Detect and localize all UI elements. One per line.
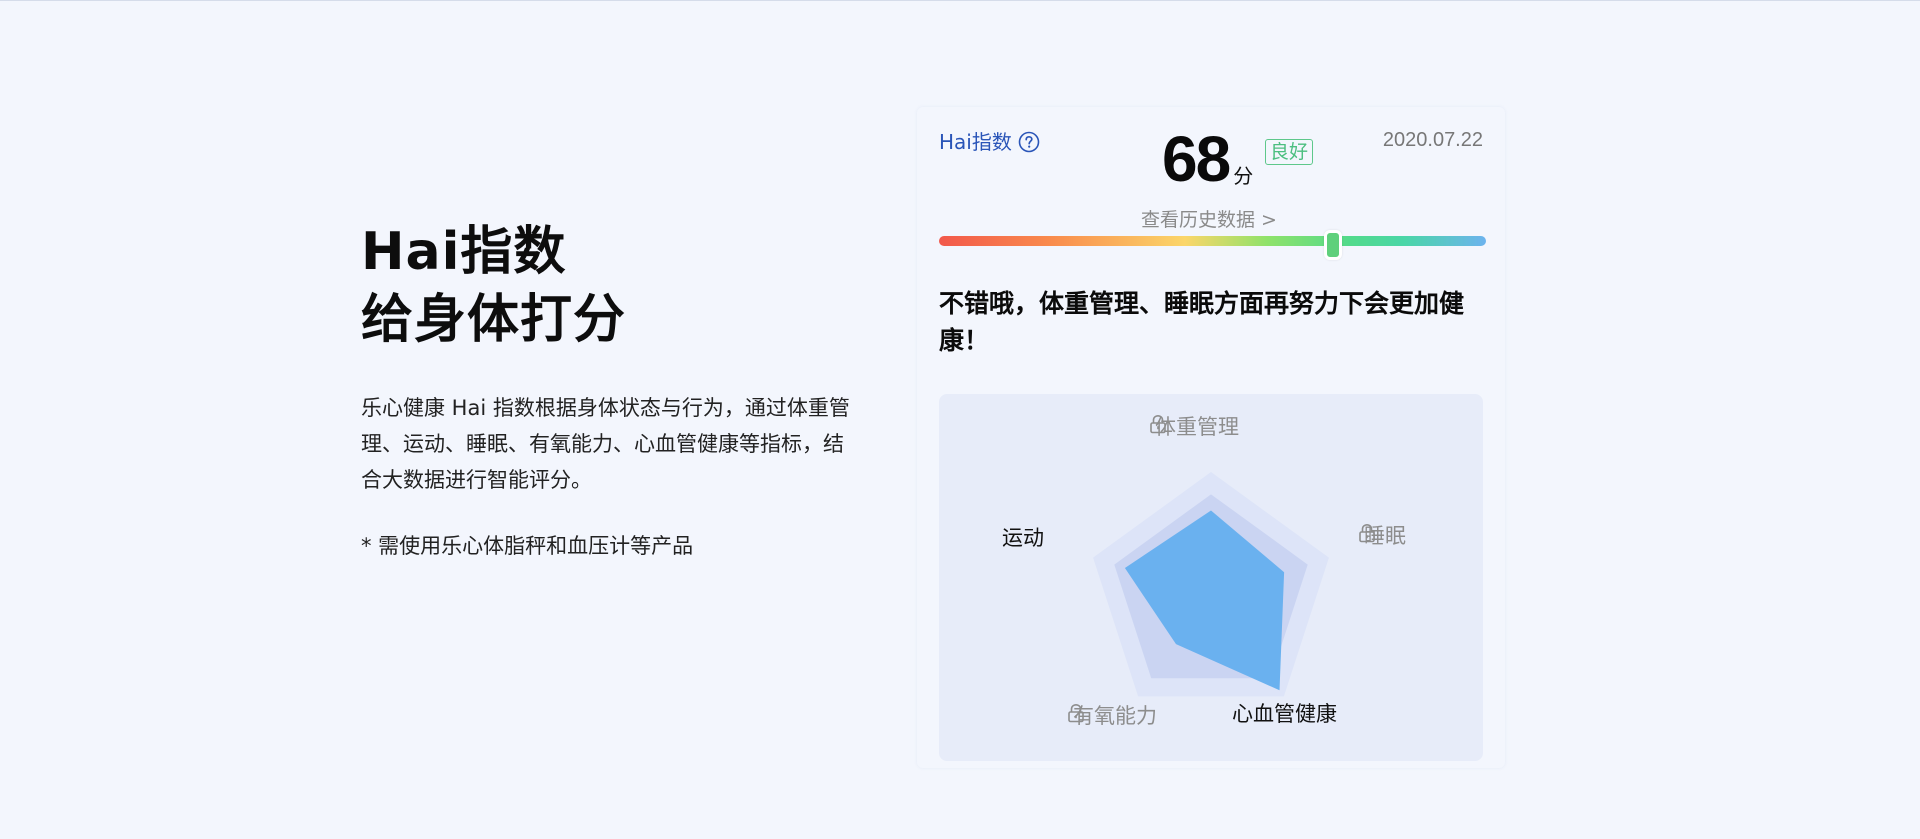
intro-title-line1: Hai指数 — [361, 222, 567, 282]
radar-axis-label-text: 有氧能力 — [1073, 704, 1157, 728]
score-marker — [1323, 230, 1342, 260]
radar-chart-panel: 体重管理睡眠心血管健康 有氧能力 运动 — [939, 394, 1483, 761]
radar-axis-label: 体重管理 — [1149, 414, 1239, 440]
date-label: 2020.07.22 — [1382, 129, 1483, 151]
view-history-link[interactable]: 查看历史数据 > — [1141, 205, 1277, 232]
radar-axis-label-text: 体重管理 — [1155, 415, 1239, 439]
hai-index-card: Hai指数 68 分 良好 2020.07.22 查看历史数据 > 不错哦，体重… — [917, 107, 1505, 768]
intro-title-line2: 给身体打分 — [361, 290, 627, 350]
intro-section: Hai指数 给身体打分 乐心健康 Hai 指数根据身体状态与行为，通过体重管理、… — [361, 218, 851, 561]
radar-axis-label: 心血管健康 — [1232, 701, 1337, 727]
intro-description: 乐心健康 Hai 指数根据身体状态与行为，通过体重管理、运动、睡眠、有氧能力、心… — [361, 396, 850, 492]
radar-axis-label-text: 心血管健康 — [1232, 702, 1337, 726]
question-circle-icon[interactable] — [1018, 131, 1040, 153]
grade-badge: 良好 — [1265, 139, 1314, 165]
score-display: 68 分 — [1162, 127, 1253, 191]
radar-axis-label: 有氧能力 — [1067, 703, 1157, 729]
intro-title: Hai指数 给身体打分 — [361, 218, 851, 354]
radar-chart — [1093, 472, 1329, 697]
score-unit: 分 — [1233, 164, 1254, 188]
radar-axis-label: 运动 — [1002, 525, 1044, 551]
intro-note: * 需使用乐心体脂秤和血压计等产品 — [361, 534, 694, 558]
score-gradient-bar — [939, 236, 1486, 246]
radar-axis-label-text: 运动 — [1002, 526, 1044, 550]
hai-index-label: Hai指数 — [939, 129, 1040, 155]
top-divider — [0, 0, 1920, 1]
score-value: 68 — [1162, 123, 1231, 195]
radar-axis-label: 睡眠 — [1358, 523, 1406, 549]
summary-text: 不错哦，体重管理、睡眠方面再努力下会更加健康！ — [939, 289, 1465, 355]
hai-index-label-text: Hai指数 — [939, 130, 1012, 154]
